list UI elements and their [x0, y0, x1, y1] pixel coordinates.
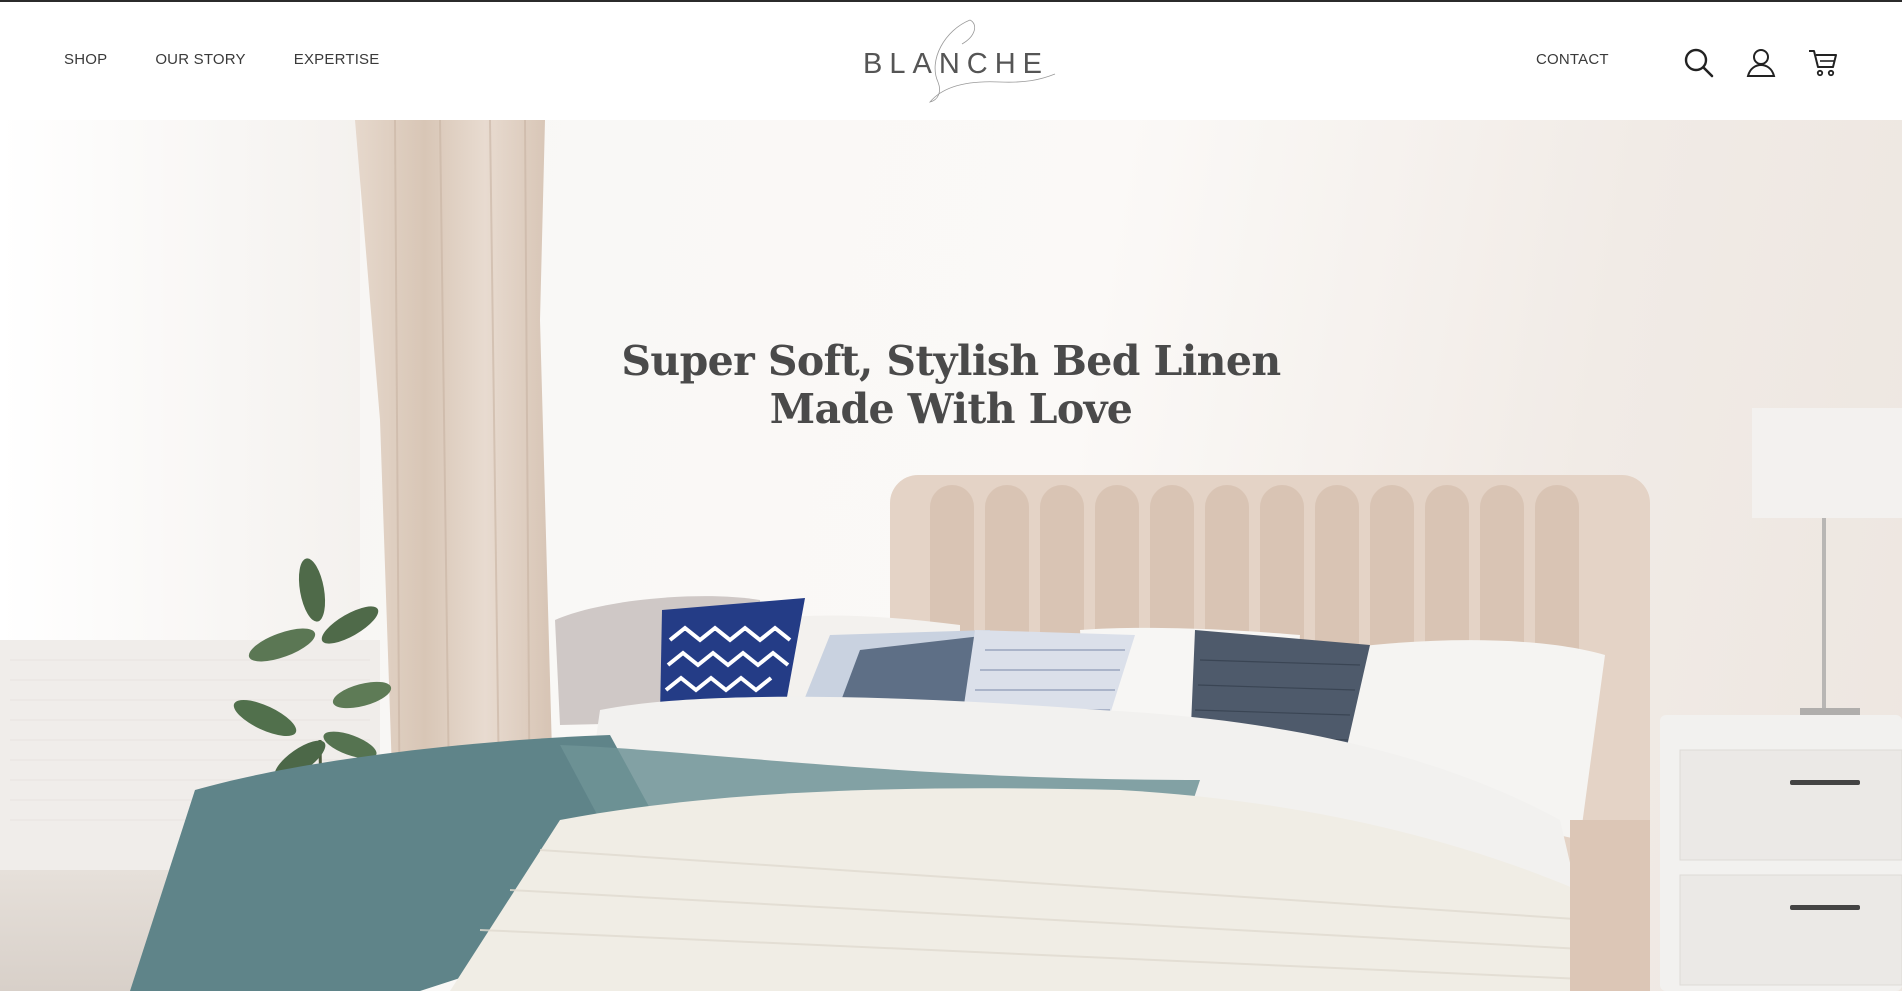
nav-contact-link[interactable]: CONTACT — [1536, 51, 1609, 68]
hero-bedroom-image — [0, 120, 1902, 991]
nav-shop-link[interactable]: SHOP — [64, 51, 107, 68]
hero-headline-line2: Made With Love — [769, 385, 1133, 434]
primary-nav: SHOP OUR STORY EXPERTISE — [64, 51, 379, 68]
brand-logo[interactable]: BLANCHE — [850, 10, 1075, 120]
search-icon[interactable] — [1682, 46, 1716, 80]
nav-our-story-link[interactable]: OUR STORY — [155, 51, 245, 68]
secondary-nav: CONTACT — [1536, 51, 1609, 69]
account-icon[interactable] — [1744, 46, 1778, 80]
site-header: SHOP OUR STORY EXPERTISE BLANCHE CONTACT — [0, 2, 1902, 120]
nav-expertise-link[interactable]: EXPERTISE — [294, 51, 380, 68]
header-icons — [1682, 46, 1840, 80]
hero-headline-line1: Super Soft, Stylish Bed Linen — [621, 337, 1281, 386]
hero-headline: Super Soft, Stylish Bed Linen Made With … — [610, 337, 1292, 433]
cart-icon[interactable] — [1806, 46, 1840, 80]
hero-banner: Super Soft, Stylish Bed Linen Made With … — [0, 120, 1902, 991]
logo-wordmark: BLANCHE — [863, 48, 1049, 80]
